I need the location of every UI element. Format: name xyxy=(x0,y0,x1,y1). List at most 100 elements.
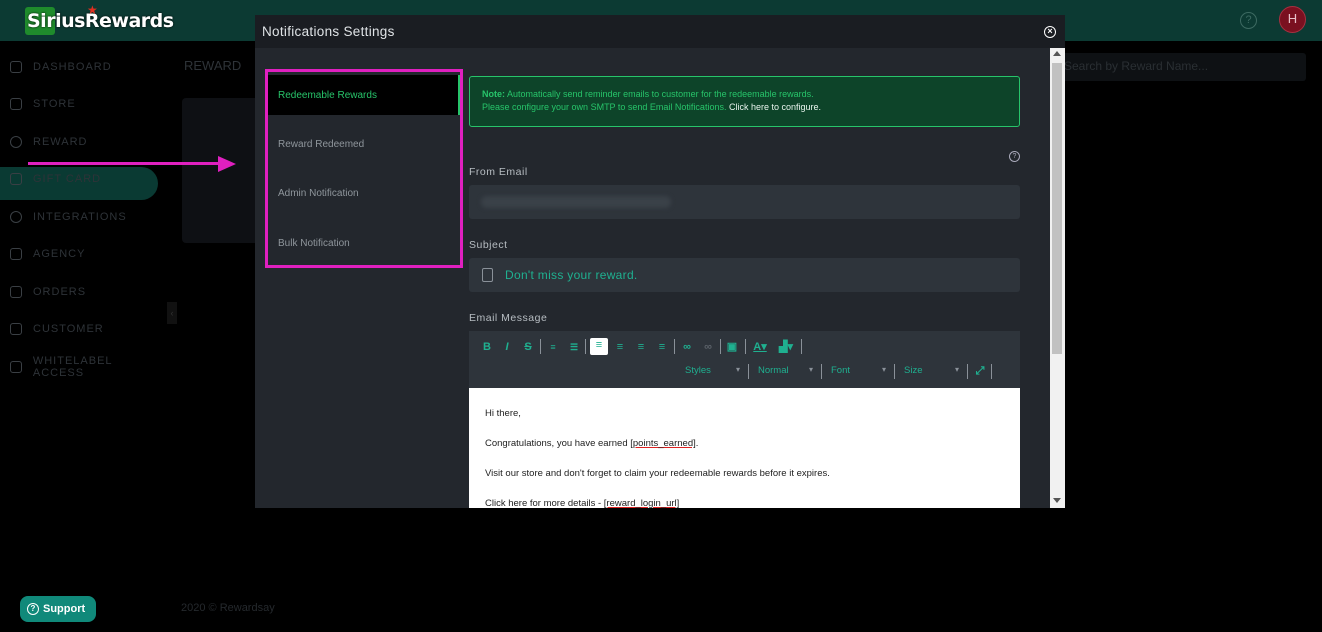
help-icon[interactable]: ? xyxy=(1240,12,1257,29)
text-color-icon[interactable]: A▾ xyxy=(750,340,770,354)
reward-icon xyxy=(10,136,22,148)
image-icon[interactable]: ▣ xyxy=(725,340,739,354)
sidebar-item-store[interactable]: STORE xyxy=(10,94,76,114)
reward-login-url-tag: [reward_login_url] xyxy=(603,498,680,509)
sidebar-item-integrations[interactable]: INTEGRATIONS xyxy=(10,207,127,227)
notification-tabs: Redeemable Rewards Reward Redeemed Admin… xyxy=(265,69,463,268)
styles-dropdown[interactable]: Styles xyxy=(685,365,711,379)
sidebar-item-reward[interactable]: REWARD xyxy=(10,132,87,152)
agency-icon xyxy=(10,248,22,260)
sidebar-item-customer[interactable]: CUSTOMER xyxy=(10,319,104,339)
justify-icon[interactable]: ≡ xyxy=(656,340,668,354)
sidebar-collapse-icon[interactable]: ‹ xyxy=(167,302,177,324)
scrollbar-thumb[interactable] xyxy=(1052,63,1062,354)
note-line1: Automatically send reminder emails to cu… xyxy=(507,89,814,99)
sidebar: DASHBOARD STORE REWARD GIFT CARD INTEGRA… xyxy=(0,41,165,632)
smtp-note: Note: Automatically send reminder emails… xyxy=(469,76,1020,127)
sidebar-item-label: GIFT CARD xyxy=(33,173,102,185)
sidebar-item-gift-card[interactable]: GIFT CARD xyxy=(10,169,101,189)
font-dropdown[interactable]: Font xyxy=(831,365,850,379)
star-icon: ★ xyxy=(87,3,98,17)
support-button[interactable]: ? Support xyxy=(20,596,96,622)
toolbar-separator xyxy=(821,364,822,379)
from-email-label: From Email xyxy=(469,166,528,178)
email-line-3-text: Click here for more details - xyxy=(485,498,604,509)
document-icon xyxy=(482,268,493,282)
sidebar-item-agency[interactable]: AGENCY xyxy=(10,244,85,264)
subject-field[interactable]: Don't miss your reward. xyxy=(469,258,1020,292)
bullet-list-icon[interactable]: ☰ xyxy=(567,340,581,354)
toolbar-separator xyxy=(801,339,802,354)
email-line-1-text: Congratulations, you have earned xyxy=(485,438,631,449)
sidebar-item-label: WHITELABEL ACCESS xyxy=(32,355,113,379)
unlink-icon[interactable]: ∞ xyxy=(701,340,715,354)
numbered-list-icon[interactable]: ≡ xyxy=(546,340,560,354)
toolbar-separator xyxy=(674,339,675,354)
sidebar-item-whitelabel[interactable]: WHITELABEL ACCESS xyxy=(10,355,165,379)
maximize-icon[interactable]: ⤢ xyxy=(973,364,987,378)
sidebar-item-label: STORE xyxy=(33,98,76,110)
subject-label: Subject xyxy=(469,239,508,251)
italic-icon[interactable]: I xyxy=(501,340,513,354)
toolbar-separator xyxy=(540,339,541,354)
sidebar-item-label: AGENCY xyxy=(33,248,86,260)
email-line-1-suffix: . xyxy=(695,438,699,449)
toolbar-separator xyxy=(585,339,586,354)
bold-icon[interactable]: B xyxy=(481,340,493,354)
email-message-editor[interactable]: Hi there, Congratulations, you have earn… xyxy=(469,388,1020,509)
tab-admin-notification[interactable]: Admin Notification xyxy=(268,173,460,213)
size-dropdown[interactable]: Size xyxy=(904,365,922,379)
toolbar-separator xyxy=(967,364,968,379)
link-icon[interactable]: ∞ xyxy=(680,340,694,354)
gift-card-icon xyxy=(10,173,22,185)
chevron-down-icon: ▾ xyxy=(809,365,814,374)
points-earned-tag: [points_earned] xyxy=(630,438,696,449)
note-prefix: Note: xyxy=(482,89,505,99)
editor-toolbar: B I S ≡ ☰ ≡ ≡ ≡ ≡ ∞ ∞ ▣ A▾ ▟▾ Styles ▾ N… xyxy=(469,331,1020,388)
sidebar-item-dashboard[interactable]: DASHBOARD xyxy=(10,57,112,77)
whitelabel-icon xyxy=(10,361,22,373)
align-left-icon[interactable]: ≡ xyxy=(590,338,608,355)
logo[interactable]: SiriusRewards ★ xyxy=(25,3,174,35)
toolbar-separator xyxy=(748,364,749,379)
sidebar-item-orders[interactable]: ORDERS xyxy=(10,282,86,302)
toolbar-separator xyxy=(991,364,992,379)
sidebar-item-label: CUSTOMER xyxy=(33,323,104,335)
customer-icon xyxy=(10,323,22,335)
background-color-icon[interactable]: ▟▾ xyxy=(775,340,797,354)
scroll-up-icon[interactable] xyxy=(1053,51,1061,56)
scroll-down-icon[interactable] xyxy=(1053,498,1061,503)
support-label: Support xyxy=(43,603,86,615)
sidebar-item-label: ORDERS xyxy=(33,286,87,298)
subject-value: Don't miss your reward. xyxy=(505,268,638,282)
footer-text: 2020 © Rewardsay xyxy=(181,602,275,614)
notifications-settings-modal: Notifications Settings × Redeemable Rewa… xyxy=(255,15,1065,509)
tab-bulk-notification[interactable]: Bulk Notification xyxy=(268,223,460,263)
help-icon[interactable]: ? xyxy=(1009,151,1020,162)
cart-icon xyxy=(10,286,22,298)
search-input[interactable]: Search by Reward Name... xyxy=(1060,53,1306,81)
help-circle-icon: ? xyxy=(27,603,39,615)
configure-link[interactable]: Click here to configure. xyxy=(729,102,821,112)
close-icon[interactable]: × xyxy=(1044,26,1056,38)
modal-header: Notifications Settings × xyxy=(255,15,1065,48)
integrations-icon xyxy=(10,211,22,223)
email-line-1: Congratulations, you have earned [points… xyxy=(485,436,1004,451)
align-center-icon[interactable]: ≡ xyxy=(614,340,626,354)
tab-reward-redeemed[interactable]: Reward Redeemed xyxy=(268,124,460,164)
from-email-field[interactable] xyxy=(469,185,1020,219)
annotation-arrow-head xyxy=(218,156,236,172)
strikethrough-icon[interactable]: S xyxy=(522,340,534,354)
redacted-email xyxy=(481,196,671,208)
chevron-down-icon: ▾ xyxy=(955,365,960,374)
modal-scrollbar[interactable] xyxy=(1050,48,1065,508)
align-right-icon[interactable]: ≡ xyxy=(635,340,647,354)
avatar[interactable]: H xyxy=(1279,6,1306,33)
note-line2: Please configure your own SMTP to send E… xyxy=(482,102,727,112)
email-greeting: Hi there, xyxy=(485,408,521,419)
logo-text: SiriusRewards xyxy=(27,10,174,32)
format-dropdown[interactable]: Normal xyxy=(758,365,789,379)
tab-redeemable-rewards[interactable]: Redeemable Rewards xyxy=(268,75,460,115)
toolbar-separator xyxy=(894,364,895,379)
dashboard-icon xyxy=(10,61,22,73)
